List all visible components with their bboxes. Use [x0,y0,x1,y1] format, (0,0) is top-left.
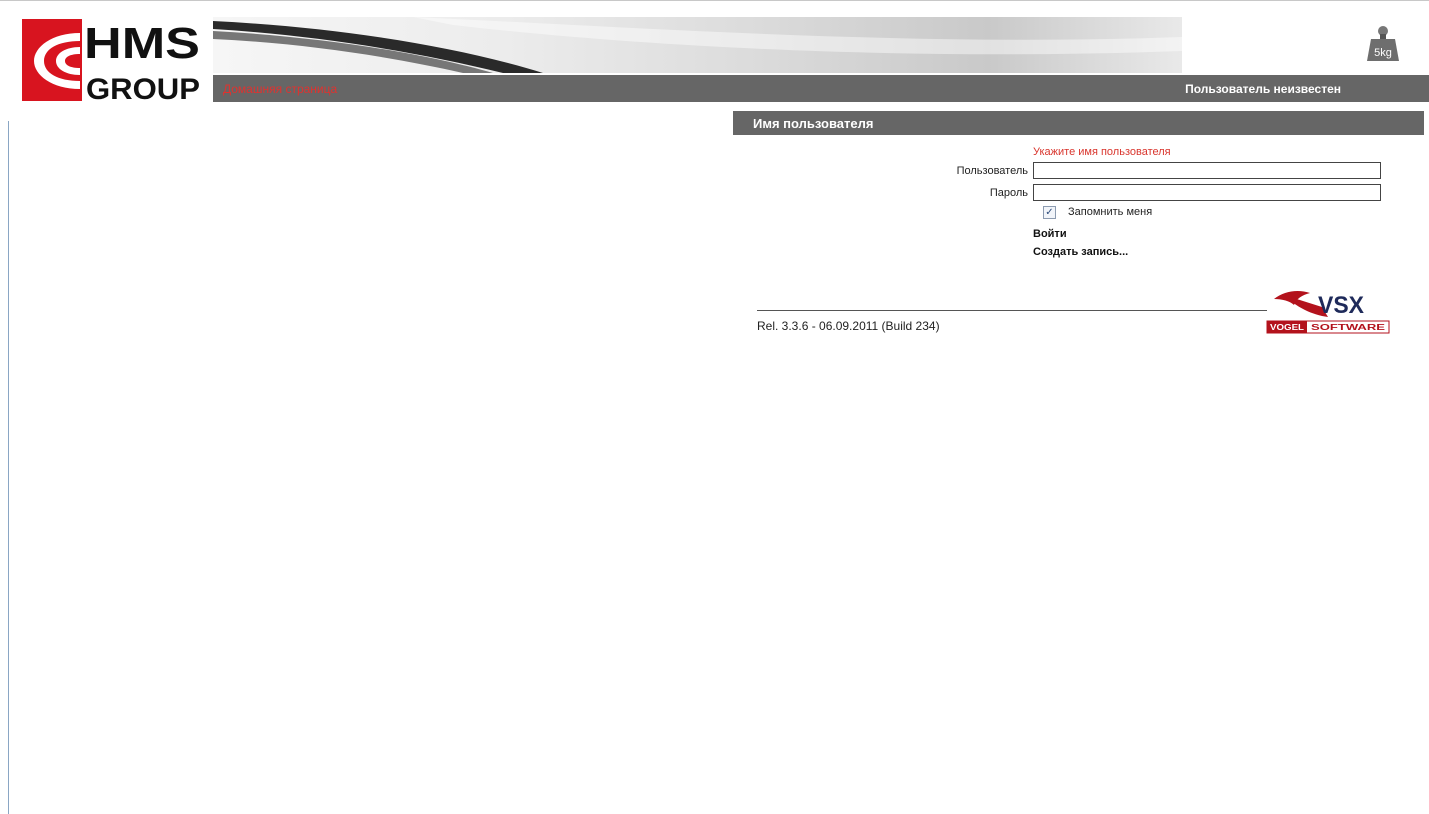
username-label: Пользователь [956,165,1028,177]
login-panel-header: Имя пользователя [733,111,1424,135]
password-label: Пароль [989,187,1028,199]
checkbox-check-icon: ✓ [1045,207,1054,218]
username-input[interactable] [1033,162,1381,179]
login-button[interactable]: Войти [1033,228,1067,240]
weight-icon: 5kg [1367,26,1399,61]
user-status: Пользователь неизвестен [1185,82,1341,96]
window-edge [8,121,9,814]
top-navigation-bar: Домашняя страница Пользователь неизвесте… [213,75,1429,102]
logo-text-group: GROUP [86,73,200,101]
banner-swoosh [213,17,1182,73]
vsx-logo-text: VSX [1318,292,1364,319]
login-panel-title: Имя пользователя [753,116,874,131]
footer-divider [757,310,1267,311]
create-account-link[interactable]: Создать запись... [1033,246,1128,258]
password-input[interactable] [1033,184,1381,201]
weight-icon-label: 5kg [1374,47,1392,59]
remember-me-checkbox[interactable]: ✓ [1043,206,1056,219]
remember-me-label[interactable]: Запомнить меня [1068,206,1152,218]
software-text: SOFTWARE [1311,323,1386,332]
login-error-message: Укажите имя пользователя [1033,146,1171,158]
home-page-link[interactable]: Домашняя страница [223,82,337,96]
logo-text-hms: HMS [84,19,200,68]
page: HMS GROUP 5kg Домашняя страница Пользова… [0,0,1429,814]
hms-group-logo: HMS GROUP [22,19,200,101]
header-banner [213,17,1182,73]
release-info: Rel. 3.3.6 - 06.09.2011 (Build 234) [757,319,940,333]
vogel-text: VOGEL [1270,323,1304,332]
vogel-software-logo: VSX VOGEL SOFTWARE [1266,291,1390,334]
